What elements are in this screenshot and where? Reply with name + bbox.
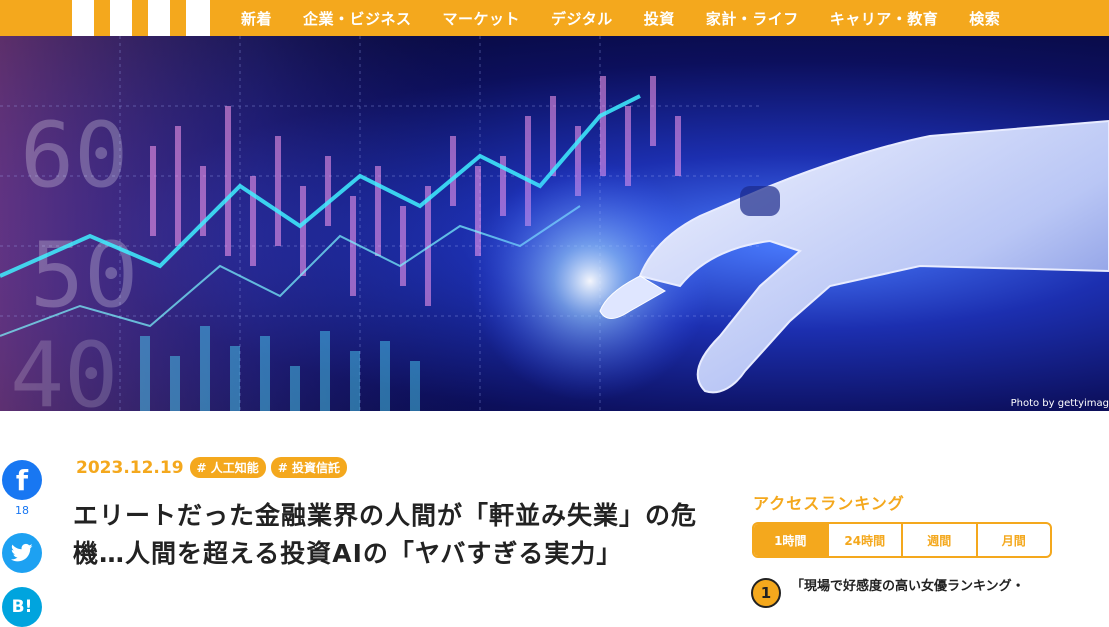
share-buttons: f 18 B! [2,460,44,627]
ranking-tabs: 1時間 24時間 週間 月間 [752,522,1052,558]
nav-item-search[interactable]: 検索 [969,8,1000,29]
ranking-item-title: 「現場で好感度の高い女優ランキング・ [791,579,1025,594]
twitter-share-button[interactable] [2,533,42,573]
article-title: エリートだった金融業界の人間が「軒並み失業」の危機…人間を超える投資AIの「ヤバ… [73,501,698,568]
photo-credit: Photo by gettyimag [1010,398,1109,409]
logo-stripe [148,0,170,36]
nav-item-market[interactable]: マーケット [443,8,521,29]
nav-item-new[interactable]: 新着 [241,8,272,29]
top-navigation-bar: 新着 企業・ビジネス マーケット デジタル 投資 家計・ライフ キャリア・教育 … [0,0,1109,36]
hatena-bookmark-icon: B! [11,597,33,617]
logo-stripe [186,0,210,36]
facebook-share-button[interactable]: f [2,460,42,500]
hero-illustration: 60 50 40 [0,36,1109,411]
article-meta: 2023.12.19 # 人工知能 # 投資信託 [76,457,352,478]
ranking-item[interactable]: 1 「現場で好感度の高い女優ランキング・ [751,578,1061,608]
nav-item-life[interactable]: 家計・ライフ [706,8,799,29]
tab-24-hours[interactable]: 24時間 [826,524,902,556]
facebook-icon: f [15,463,29,497]
tab-monthly[interactable]: 月間 [975,524,1051,556]
tag-ai[interactable]: # 人工知能 [189,457,266,478]
logo-stripe [72,0,94,36]
hatena-bookmark-button[interactable]: B! [2,587,42,627]
ranking-number: 1 [751,578,781,608]
article-date: 2023.12.19 [76,457,184,478]
nav-item-business[interactable]: 企業・ビジネス [303,8,412,29]
logo-stripe [110,0,132,36]
svg-text:40: 40 [10,323,118,411]
facebook-share-count: 18 [15,504,29,517]
nav-item-investment[interactable]: 投資 [644,8,675,29]
ranking-heading: アクセスランキング [753,494,905,513]
twitter-icon [11,543,33,562]
tab-1-hour[interactable]: 1時間 [754,524,827,556]
main-nav: 新着 企業・ビジネス マーケット デジタル 投資 家計・ライフ キャリア・教育 … [241,0,1031,36]
hero-image: 60 50 40 Photo by gettyimag [0,36,1109,411]
site-logo[interactable] [72,0,210,36]
tab-weekly[interactable]: 週間 [901,524,976,556]
svg-text:60: 60 [20,103,128,208]
tag-investment-trust[interactable]: # 投資信託 [270,457,348,478]
nav-item-career[interactable]: キャリア・教育 [830,8,939,29]
nav-item-digital[interactable]: デジタル [551,8,613,29]
